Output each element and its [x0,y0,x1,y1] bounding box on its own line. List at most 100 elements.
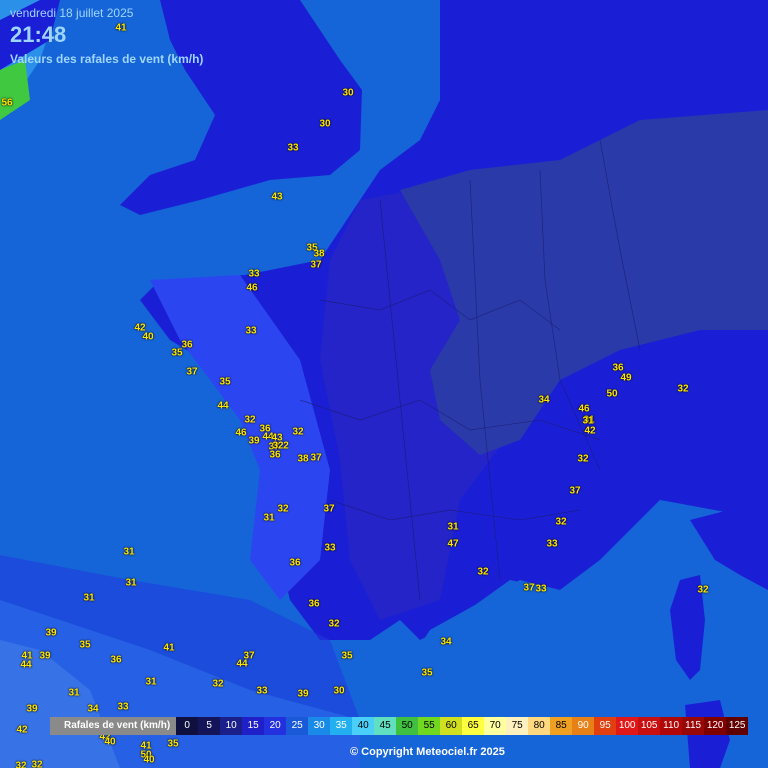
legend-title: Rafales de vent (km/h) [64,720,171,731]
station-gust-value: 37 [310,259,322,271]
legend-cell: 55 [418,717,441,735]
legend-cell: 35 [330,717,353,735]
station-gust-value: 34 [538,394,550,406]
station-gust-value: 44 [236,658,248,670]
station-gust-value: 31 [145,676,157,688]
station-gust-value: 41 [115,22,127,34]
station-gust-value: 39 [26,703,38,715]
station-gust-value: 32 [212,678,224,690]
station-gust-value: 33 [287,142,299,154]
legend-cell: 125 [726,717,749,735]
station-gust-value: 37 [186,366,198,378]
station-gust-value: 32 [244,414,256,426]
station-gust-value: 33 [245,325,257,337]
station-gust-value: 30 [342,87,354,99]
station-gust-value: 33 [256,685,268,697]
forecast-date: vendredi 18 juillet 2025 [10,6,134,20]
station-gust-value: 36 [181,339,193,351]
legend-cell: 10 [220,717,243,735]
station-gust-value: 46 [246,282,258,294]
station-gust-value: 35 [219,376,231,388]
legend-cell: 110 [660,717,683,735]
legend-cell: 100 [616,717,639,735]
copyright-notice: © Copyright Meteociel.fr 2025 [350,746,505,758]
legend-cell: 65 [462,717,485,735]
station-gust-value: 40 [142,331,154,343]
station-gust-value: 49 [620,372,632,384]
station-gust-value: 47 [447,538,459,550]
station-gust-value: 33 [535,583,547,595]
wind-gust-legend: Rafales de vent (km/h) 0 5 10 15 20 25 30 35 40 4… [50,717,749,735]
station-gust-value: 33 [248,268,260,280]
station-gust-value: 2 [283,440,289,452]
station-gust-value: 32 [477,566,489,578]
station-gust-value: 32 [577,453,589,465]
station-gust-value: 50 [606,388,618,400]
station-gust-value: 36 [289,557,301,569]
legend-cell: 105 [638,717,661,735]
station-gust-value: 42 [584,425,596,437]
station-gust-value: 36 [110,654,122,666]
station-gust-value: 32 [328,618,340,630]
station-gust-value: 36 [269,449,281,461]
station-gust-value: 31 [125,577,137,589]
station-gust-value: 46 [235,427,247,439]
map-background [0,0,768,768]
legend-cell: 80 [528,717,551,735]
station-gust-value: 39 [248,435,260,447]
legend-cell: 95 [594,717,617,735]
station-gust-value: 33 [324,542,336,554]
legend-cell: 85 [550,717,573,735]
station-gust-value: 33 [546,538,558,550]
station-gust-value: 32 [677,383,689,395]
station-gust-value: 39 [45,627,57,639]
station-gust-value: 35 [421,667,433,679]
legend-cell: 45 [374,717,397,735]
station-gust-value: 35 [167,738,179,750]
legend-cell: 5 [198,717,221,735]
legend-cell: 15 [242,717,265,735]
station-gust-value: 32 [31,759,43,768]
station-gust-value: 42 [16,724,28,736]
legend-cell: 90 [572,717,595,735]
wind-gust-map: vendredi 18 juillet 2025 21:48 Valeurs d… [0,0,768,768]
station-gust-value: 34 [440,636,452,648]
station-gust-value: 30 [319,118,331,130]
station-gust-value: 46 [578,403,590,415]
legend-cell: 60 [440,717,463,735]
station-gust-value: 32 [277,503,289,515]
station-gust-value: 56 [1,97,13,109]
station-gust-value: 38 [313,248,325,260]
station-gust-value: 38 [297,453,309,465]
legend-cell: 120 [704,717,727,735]
station-gust-value: 31 [68,687,80,699]
station-gust-value: 35 [341,650,353,662]
legend-cell: 30 [308,717,331,735]
legend-cell: 25 [286,717,309,735]
station-gust-value: 37 [310,452,322,464]
station-gust-value: 39 [297,688,309,700]
station-gust-value: 31 [123,546,135,558]
station-gust-value: 40 [104,736,116,748]
station-gust-value: 31 [447,521,459,533]
station-gust-value: 40 [143,754,155,766]
station-gust-value: 36 [308,598,320,610]
station-gust-value: 32 [292,426,304,438]
station-gust-value: 35 [171,347,183,359]
station-gust-value: 44 [20,659,32,671]
station-gust-value: 31 [83,592,95,604]
station-gust-value: 35 [79,639,91,651]
station-gust-value: 41 [163,642,175,654]
forecast-time: 21:48 [10,22,67,47]
station-gust-value: 44 [217,400,229,412]
station-gust-value: 39 [39,650,51,662]
legend-cell: 50 [396,717,419,735]
legend-cell: 40 [352,717,375,735]
legend-cell: 75 [506,717,529,735]
station-gust-value: 34 [87,703,99,715]
station-gust-value: 33 [117,701,129,713]
station-gust-value: 30 [333,685,345,697]
station-gust-value: 32 [555,516,567,528]
station-gust-value: 43 [271,191,283,203]
station-gust-value: 37 [523,582,535,594]
